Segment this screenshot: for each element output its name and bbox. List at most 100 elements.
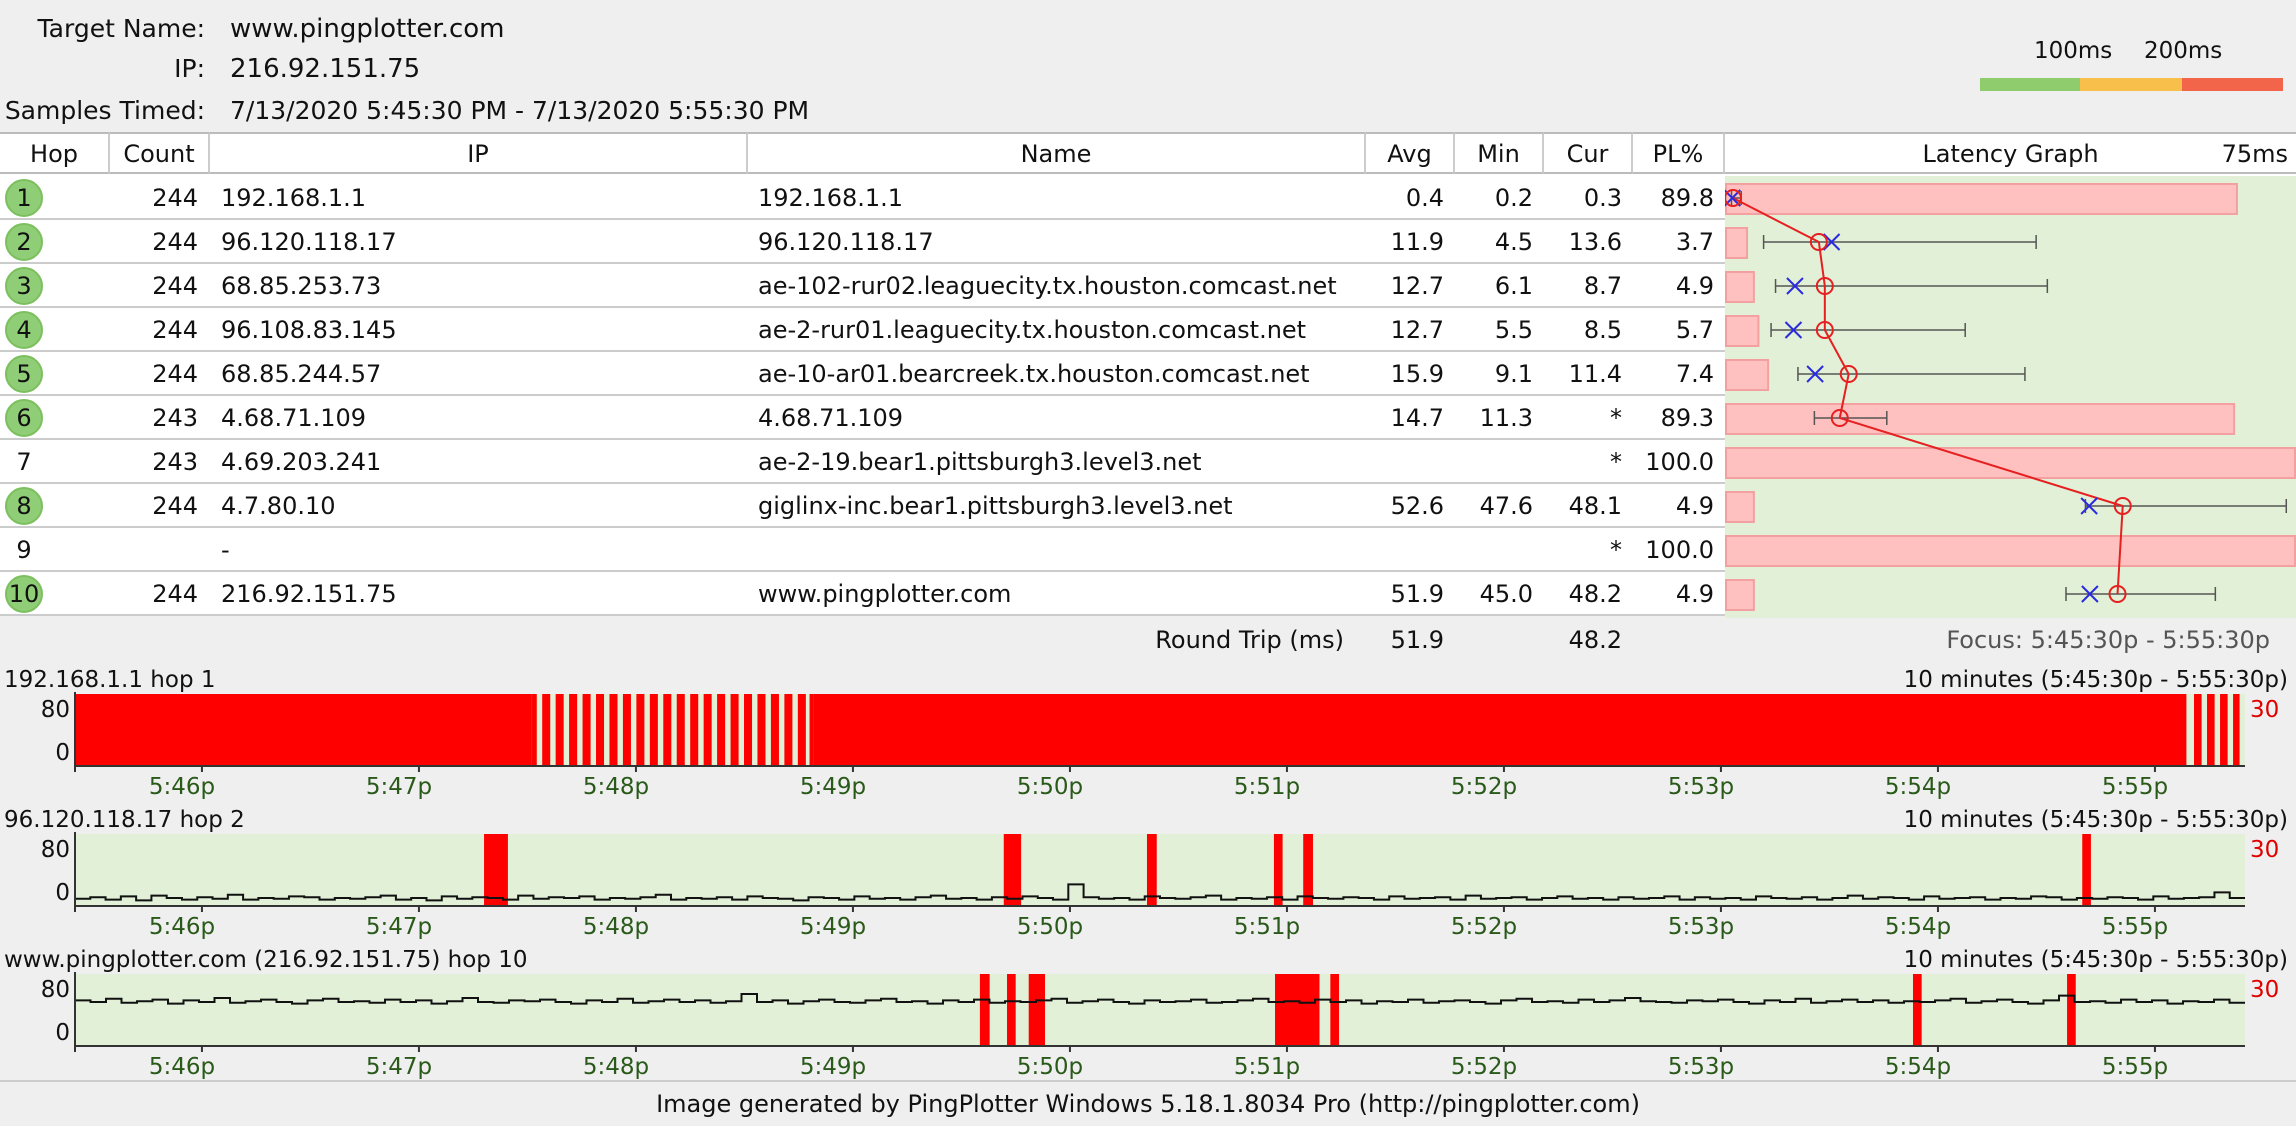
hop-ip: 68.85.244.57: [221, 360, 382, 388]
timeline-graph[interactable]: www.pingplotter.com (216.92.151.75) hop …: [0, 942, 2296, 1082]
hop-min: 45.0: [1479, 580, 1533, 608]
hop-packet-loss: 5.7: [1675, 316, 1714, 344]
time-tick-label: 5:54p: [1884, 774, 1952, 800]
hop-min: 4.5: [1494, 228, 1533, 256]
average-latency-line: [1732, 197, 2124, 595]
timeline-graph[interactable]: 192.168.1.1 hop 1 10 minutes (5:45:30p - …: [0, 662, 2296, 802]
packet-loss-band: [703, 694, 712, 766]
packet-loss-band: [582, 694, 591, 766]
time-tick-label: 5:51p: [1233, 1054, 1301, 1080]
column-header-cur[interactable]: Cur: [1544, 132, 1633, 174]
packet-loss-band: [1303, 834, 1313, 906]
hop-number-badge: 1: [5, 179, 43, 217]
hop-name: ae-10-ar01.bearcreek.tx.houston.comcast.…: [758, 360, 1310, 388]
timeline-canvas: [74, 692, 2245, 772]
scale-green-segment: [1980, 78, 2080, 91]
hop-packet-loss: 100.0: [1645, 448, 1714, 476]
packet-loss-band: [2067, 974, 2076, 1046]
hop-name: giglinx-inc.bear1.pittsburgh3.level3.net: [758, 492, 1233, 520]
packet-loss-band: [636, 694, 645, 766]
hop-cur: *: [1610, 536, 1622, 564]
column-header-latency-graph[interactable]: Latency Graph 75ms: [1725, 132, 2296, 174]
ip-value: 216.92.151.75: [230, 54, 421, 84]
hop-count: 244: [152, 228, 198, 256]
packet-loss-bar: [1725, 315, 1760, 347]
time-tick-label: 5:48p: [582, 914, 650, 940]
packet-loss-band: [730, 694, 739, 766]
packet-loss-bar: [1725, 227, 1749, 259]
time-tick-label: 5:48p: [582, 1054, 650, 1080]
packet-loss-band: [784, 694, 793, 766]
packet-loss-band: [770, 694, 779, 766]
hop-avg: 14.7: [1390, 404, 1444, 432]
time-tick-label: 5:55p: [2101, 914, 2169, 940]
hop-name: www.pingplotter.com: [758, 580, 1012, 608]
column-header-count[interactable]: Count: [110, 132, 210, 174]
latency-graph[interactable]: [1723, 176, 2296, 618]
packet-loss-band: [596, 694, 605, 766]
time-tick-label: 5:51p: [1233, 774, 1301, 800]
column-header-name[interactable]: Name: [748, 132, 1366, 174]
hop-cur: 11.4: [1568, 360, 1622, 388]
time-tick-label: 5:50p: [1016, 914, 1084, 940]
packet-loss-band: [2233, 694, 2240, 766]
hop-name: 192.168.1.1: [758, 184, 904, 212]
packet-loss-band: [1273, 834, 1283, 906]
time-tick-label: 5:51p: [1233, 914, 1301, 940]
hop-avg: [1366, 440, 1444, 484]
packet-loss-band: [663, 694, 672, 766]
hop-packet-loss: 4.9: [1675, 272, 1714, 300]
timeline-graph[interactable]: 96.120.118.17 hop 2 10 minutes (5:45:30p …: [0, 802, 2296, 942]
ip-label: IP:: [174, 54, 205, 83]
hop-avg: 15.9: [1390, 360, 1444, 388]
hop-avg: 11.9: [1390, 228, 1444, 256]
hop-ip: 68.85.253.73: [221, 272, 382, 300]
hop-packet-loss: 100.0: [1645, 536, 1714, 564]
hop-cur: 8.5: [1583, 316, 1622, 344]
packet-loss-band: [676, 694, 685, 766]
packet-loss-bar: [1725, 183, 2238, 215]
time-tick-label: 5:49p: [799, 914, 867, 940]
column-header-min[interactable]: Min: [1455, 132, 1544, 174]
column-header-ip[interactable]: IP: [210, 132, 748, 174]
hop-ip: 96.120.118.17: [221, 228, 397, 256]
time-tick-label: 5:53p: [1667, 914, 1735, 940]
hop-cur: 0.3: [1583, 184, 1622, 212]
time-tick-label: 5:49p: [799, 1054, 867, 1080]
hop-ip: 4.69.203.241: [221, 448, 382, 476]
round-trip-cur: 48.2: [1568, 626, 1622, 654]
timeline-plot-area: [75, 834, 2245, 906]
hop-name: ae-2-rur01.leaguecity.tx.houston.comcast…: [758, 316, 1307, 344]
packet-loss-band: [757, 694, 766, 766]
packet-loss-bar: [1725, 579, 1755, 611]
time-tick-label: 5:52p: [1450, 1054, 1518, 1080]
hop-avg: 12.7: [1390, 316, 1444, 344]
column-header-hop[interactable]: Hop: [0, 132, 110, 174]
hop-avg: [1366, 528, 1444, 572]
samples-timed-label: Samples Timed:: [4, 96, 205, 125]
time-tick-label: 5:55p: [2101, 1054, 2169, 1080]
packet-loss-band: [1146, 834, 1157, 906]
focus-range: Focus: 5:45:30p - 5:55:30p: [1946, 626, 2270, 654]
time-tick-label: 5:47p: [365, 914, 433, 940]
hop-ip: -: [221, 536, 230, 564]
target-name-label: Target Name:: [37, 14, 205, 43]
time-tick-label: 5:46p: [148, 774, 216, 800]
trace-table: Hop Count IP Name Avg Min Cur PL% Latenc…: [0, 132, 2296, 662]
hop-packet-loss: 4.9: [1675, 492, 1714, 520]
packet-loss-band: [75, 694, 532, 766]
packet-loss-band: [690, 694, 699, 766]
hop-name: 4.68.71.109: [758, 404, 904, 432]
column-header-avg[interactable]: Avg: [1366, 132, 1455, 174]
packet-loss-band: [809, 694, 814, 766]
packet-loss-bar: [1725, 447, 2296, 479]
time-tick-label: 5:52p: [1450, 774, 1518, 800]
packet-loss-band: [797, 694, 806, 766]
hop-count: 243: [152, 448, 198, 476]
hop-name: 96.120.118.17: [758, 228, 934, 256]
scale-red-segment: [2182, 78, 2283, 91]
hop-packet-loss: 4.9: [1675, 580, 1714, 608]
hop-number-badge: 8: [5, 487, 43, 525]
column-header-pl[interactable]: PL%: [1633, 132, 1725, 174]
hop-avg: 12.7: [1390, 272, 1444, 300]
